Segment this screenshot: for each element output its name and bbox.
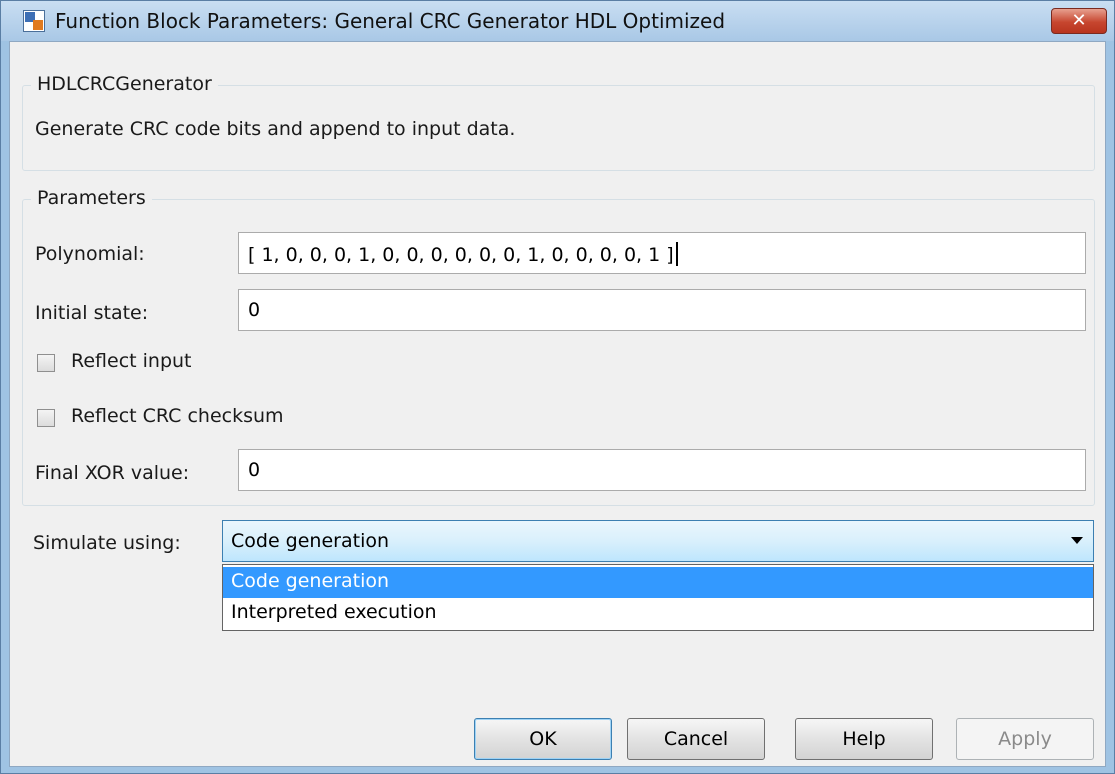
simulate-using-select[interactable]: Code generation [222, 520, 1094, 562]
text-caret [675, 242, 678, 266]
ok-button[interactable]: OK [474, 718, 612, 760]
simulate-using-selected-value: Code generation [231, 530, 390, 552]
block-description-group: HDLCRCGenerator Generate CRC code bits a… [22, 73, 1095, 171]
simulink-block-icon[interactable] [23, 10, 45, 32]
help-button[interactable]: Help [795, 718, 933, 760]
dialog-client-area: HDLCRCGenerator Generate CRC code bits a… [9, 41, 1106, 767]
final-xor-value-label: Final XOR value: [35, 462, 190, 484]
block-name-label: HDLCRCGenerator [31, 73, 218, 95]
chevron-down-icon[interactable] [1071, 537, 1083, 544]
reflect-input-label[interactable]: Reflect input [71, 350, 192, 372]
option-interpreted-execution[interactable]: Interpreted execution [223, 598, 1093, 629]
polynomial-field[interactable]: [ 1, 0, 0, 0, 1, 0, 0, 0, 0, 0, 0, 1, 0,… [238, 232, 1086, 274]
app-icon-part-b [33, 20, 43, 30]
simulate-using-label: Simulate using: [33, 532, 181, 554]
simulate-using-dropdown-list: Code generation Interpreted execution [222, 564, 1094, 631]
option-code-generation[interactable]: Code generation [223, 567, 1093, 598]
close-button[interactable]: ✕ [1051, 8, 1107, 34]
reflect-input-checkbox[interactable] [37, 354, 55, 372]
initial-state-label: Initial state: [35, 302, 149, 324]
apply-button[interactable]: Apply [956, 718, 1094, 760]
polynomial-value: [ 1, 0, 0, 0, 1, 0, 0, 0, 0, 0, 0, 1, 0,… [248, 244, 674, 266]
parameters-group-label: Parameters [31, 187, 152, 209]
dialog-window: Function Block Parameters: General CRC G… [0, 0, 1115, 774]
window-title: Function Block Parameters: General CRC G… [55, 9, 726, 33]
reflect-crc-checksum-checkbox[interactable] [37, 409, 55, 427]
reflect-crc-checksum-label[interactable]: Reflect CRC checksum [71, 405, 284, 427]
final-xor-value-field[interactable]: 0 [238, 449, 1086, 491]
close-icon: ✕ [1071, 10, 1087, 31]
cancel-button[interactable]: Cancel [627, 718, 765, 760]
parameters-group: Parameters Polynomial: [ 1, 0, 0, 0, 1, … [22, 187, 1095, 506]
initial-state-field[interactable]: 0 [238, 289, 1086, 331]
title-bar[interactable]: Function Block Parameters: General CRC G… [1, 1, 1114, 41]
block-description: Generate CRC code bits and append to inp… [35, 118, 516, 140]
polynomial-label: Polynomial: [35, 243, 145, 265]
